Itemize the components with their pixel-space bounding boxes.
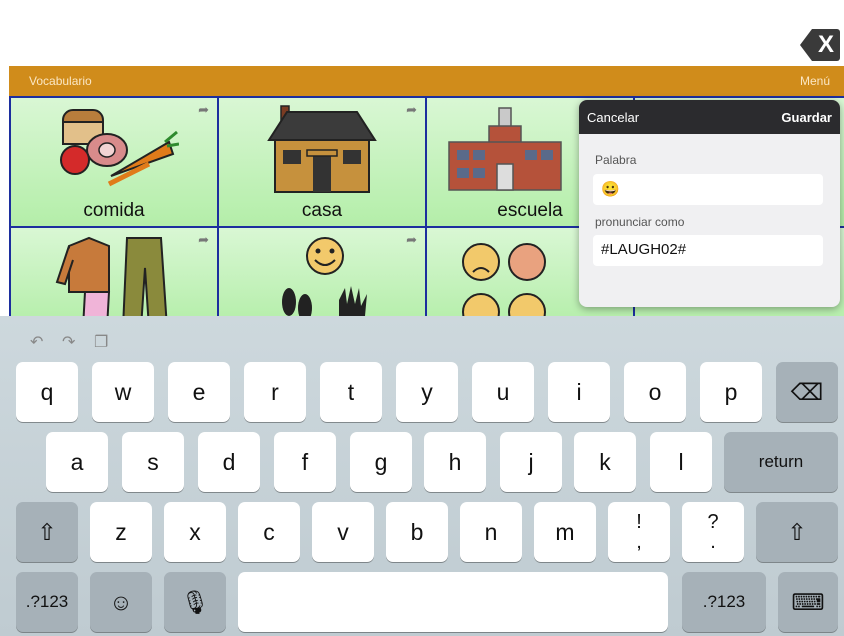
backspace-icon: ⌫: [790, 379, 824, 405]
shift-key-right[interactable]: ⇧: [756, 502, 838, 562]
cell-casa[interactable]: ➦ casa: [219, 98, 425, 226]
key-h[interactable]: h: [424, 432, 486, 492]
cell-body[interactable]: ➦: [219, 228, 425, 326]
microphone-icon: 🎙: [180, 589, 210, 615]
key-t[interactable]: t: [320, 362, 382, 422]
popover-header: Cancelar Guardar: [579, 100, 840, 134]
vocabulary-title: Vocabulario: [29, 74, 92, 88]
key-q[interactable]: q: [16, 362, 78, 422]
key-y[interactable]: y: [396, 362, 458, 422]
save-button[interactable]: Guardar: [781, 110, 832, 125]
key-b[interactable]: b: [386, 502, 448, 562]
key-g[interactable]: g: [350, 432, 412, 492]
word-field[interactable]: 😀: [593, 174, 823, 205]
share-icon[interactable]: ➦: [406, 102, 417, 118]
key-a[interactable]: a: [46, 432, 108, 492]
key-p[interactable]: p: [700, 362, 762, 422]
close-button-label: X: [817, 31, 834, 58]
emoji-key[interactable]: ☺: [90, 572, 152, 632]
key-o[interactable]: o: [624, 362, 686, 422]
hide-keyboard-key[interactable]: ⌨: [778, 572, 838, 632]
space-bar[interactable]: [238, 572, 668, 632]
key-c[interactable]: c: [238, 502, 300, 562]
key-top-symbol: !: [636, 511, 642, 533]
key-k[interactable]: k: [574, 432, 636, 492]
shift-icon: ⇧: [787, 519, 807, 545]
close-button[interactable]: X: [800, 29, 840, 61]
numbers-key-left[interactable]: .?123: [16, 572, 78, 632]
dictation-key[interactable]: 🎙: [164, 572, 226, 632]
pronounce-field[interactable]: #LAUGH02#: [593, 235, 823, 266]
pronounce-label: pronunciar como: [595, 215, 685, 229]
top-bar: X: [0, 0, 844, 66]
key-l[interactable]: l: [650, 432, 712, 492]
feelings-icon: [462, 243, 547, 326]
key-r[interactable]: r: [244, 362, 306, 422]
key-question-period[interactable]: ? .: [682, 502, 744, 562]
key-u[interactable]: u: [472, 362, 534, 422]
share-icon[interactable]: ➦: [406, 232, 417, 248]
edit-word-popover: Cancelar Guardar Palabra 😀 pronunciar co…: [579, 100, 840, 307]
house-icon: [267, 105, 377, 193]
clothes-icon: [55, 236, 168, 326]
paste-icon[interactable]: ❐: [94, 332, 116, 352]
shift-key-left[interactable]: ⇧: [16, 502, 78, 562]
undo-icon[interactable]: ↶: [30, 332, 52, 352]
keyboard-toolbar: ↶ ↷ ❐: [30, 332, 126, 352]
key-z[interactable]: z: [90, 502, 152, 562]
numbers-key-right[interactable]: .?123: [682, 572, 766, 632]
key-x[interactable]: x: [164, 502, 226, 562]
redo-icon[interactable]: ↷: [62, 332, 84, 352]
keyboard-hide-icon: ⌨: [791, 589, 825, 615]
key-top-symbol: ?: [707, 511, 719, 533]
menu-button[interactable]: Menú: [800, 74, 830, 88]
food-icon: [60, 109, 179, 187]
share-icon[interactable]: ➦: [198, 102, 209, 118]
key-v[interactable]: v: [312, 502, 374, 562]
return-key[interactable]: return: [724, 432, 838, 492]
school-icon: [448, 107, 563, 191]
on-screen-keyboard: ↶ ↷ ❐ q w e r t y u i o p ⌫ a s d f g h j …: [0, 316, 844, 636]
vocabulary-header: Vocabulario Menú: [9, 66, 844, 96]
cell-word: comida: [83, 200, 145, 221]
key-i[interactable]: i: [548, 362, 610, 422]
body-icon: [282, 237, 367, 326]
shift-icon: ⇧: [37, 519, 57, 545]
cancel-button[interactable]: Cancelar: [587, 110, 639, 125]
key-bottom-symbol: .: [710, 531, 716, 553]
key-n[interactable]: n: [460, 502, 522, 562]
key-m[interactable]: m: [534, 502, 596, 562]
key-bottom-symbol: ,: [636, 531, 642, 553]
key-j[interactable]: j: [500, 432, 562, 492]
cell-word: casa: [301, 200, 343, 221]
emoji-icon: ☺: [109, 589, 133, 615]
key-d[interactable]: d: [198, 432, 260, 492]
key-w[interactable]: w: [92, 362, 154, 422]
cell-clothes[interactable]: ➦: [11, 228, 217, 326]
word-label: Palabra: [595, 153, 637, 167]
key-f[interactable]: f: [274, 432, 336, 492]
app: X Vocabulario Menú ➦ comida ➦ casa escue…: [0, 0, 844, 636]
cell-comida[interactable]: ➦ comida: [11, 98, 217, 226]
key-e[interactable]: e: [168, 362, 230, 422]
share-icon[interactable]: ➦: [198, 232, 209, 248]
key-exclamation-comma[interactable]: ! ,: [608, 502, 670, 562]
backspace-key[interactable]: ⌫: [776, 362, 838, 422]
key-s[interactable]: s: [122, 432, 184, 492]
